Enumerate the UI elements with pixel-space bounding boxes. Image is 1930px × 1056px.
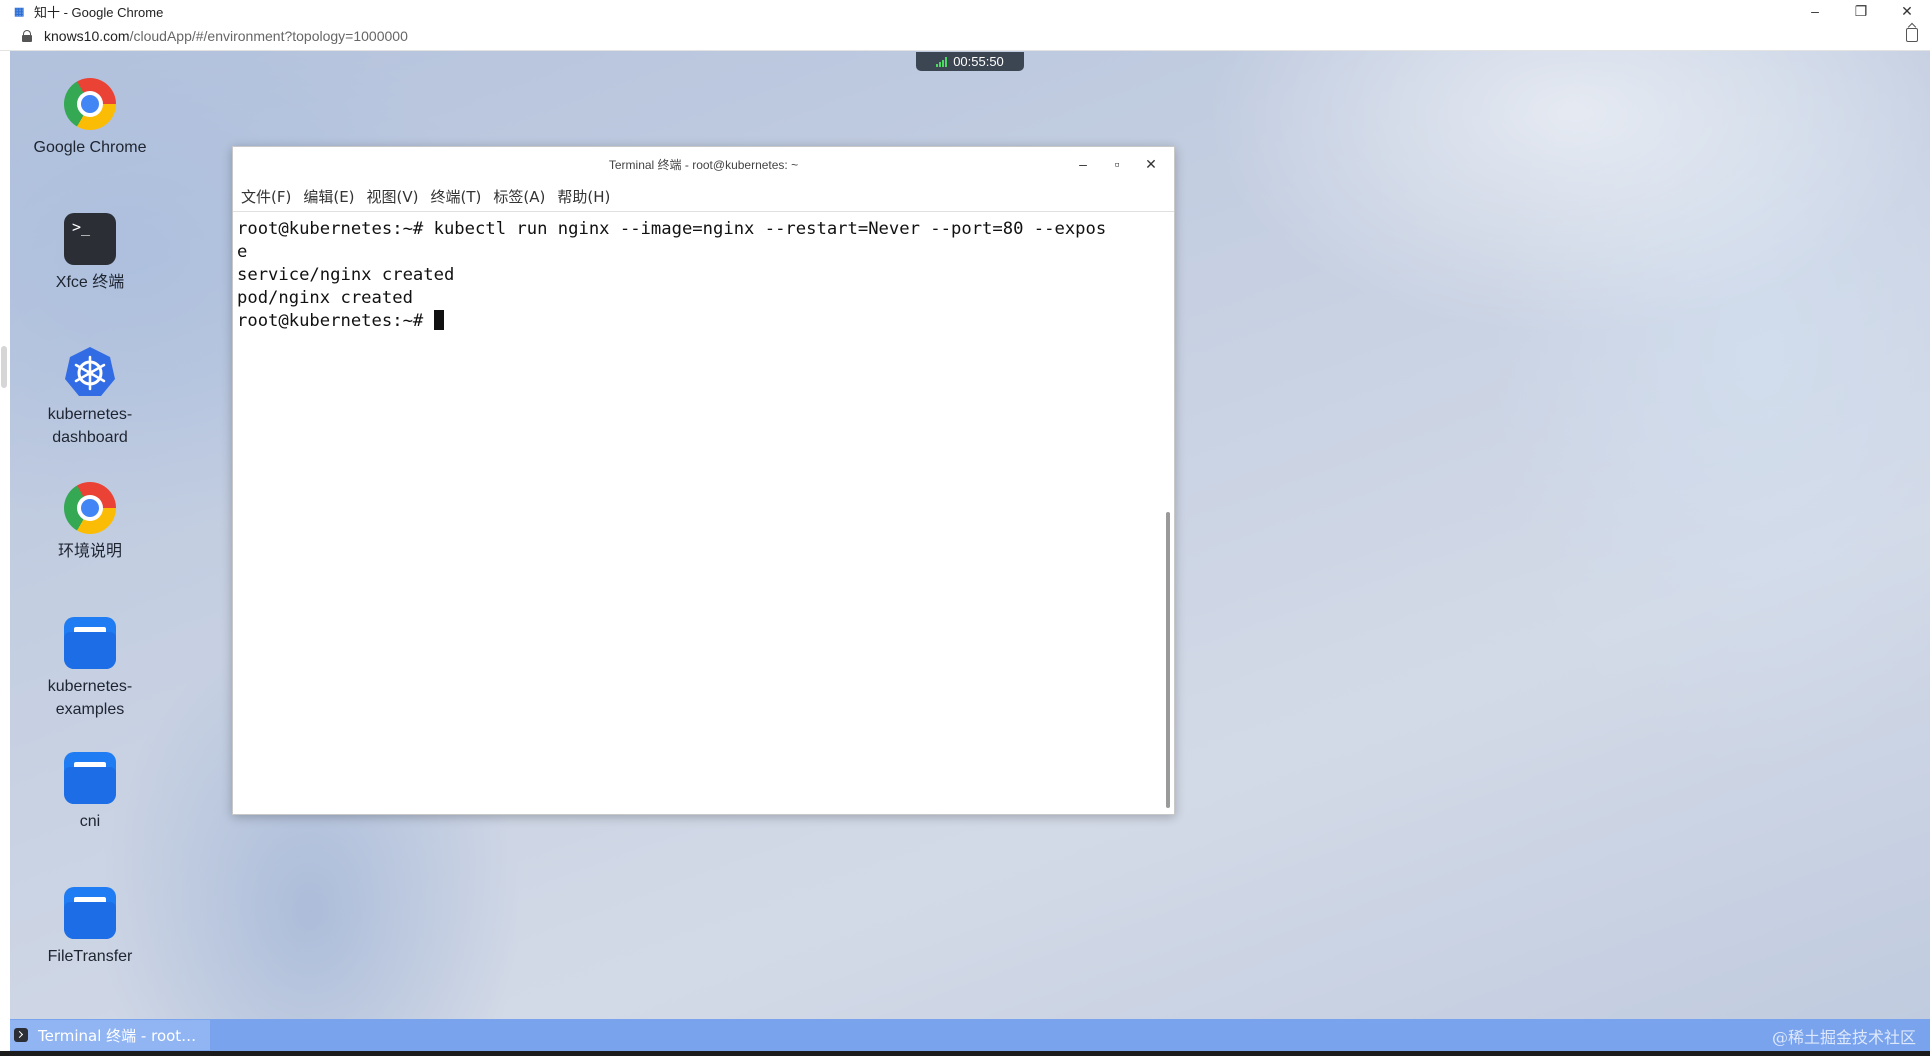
- url-text[interactable]: knows10.com/cloudApp/#/environment?topol…: [44, 28, 408, 44]
- desktop-icon-label-line1: kubernetes-: [47, 406, 133, 423]
- terminal-icon: [14, 1028, 28, 1042]
- terminal-output-area[interactable]: root@kubernetes:~# kubectl run nginx --i…: [233, 211, 1174, 814]
- menu-terminal[interactable]: 终端(T): [431, 186, 482, 207]
- menu-help[interactable]: 帮助(H): [557, 186, 610, 207]
- site-favicon-icon: ▦: [14, 5, 25, 18]
- terminal-prompt-line: root@kubernetes:~#: [237, 310, 1157, 333]
- menu-file[interactable]: 文件(F): [241, 186, 291, 207]
- browser-window-title: 知十 - Google Chrome: [34, 4, 164, 20]
- taskbar-item-label: Terminal 终端 - root…: [38, 1026, 197, 1045]
- terminal-titlebar[interactable]: Terminal 终端 - root@kubernetes: ~ – ▫ ✕: [233, 147, 1174, 181]
- terminal-line: pod/nginx created: [237, 288, 413, 308]
- session-timer: 00:55:50: [916, 52, 1024, 71]
- desktop-icon-label: FileTransfer: [47, 948, 133, 965]
- kubernetes-icon: [63, 345, 117, 399]
- menu-edit[interactable]: 编辑(E): [303, 186, 354, 207]
- close-icon[interactable]: ✕: [1134, 147, 1168, 181]
- menu-view[interactable]: 视图(V): [367, 186, 419, 207]
- terminal-menubar: 文件(F) 编辑(E) 视图(V) 终端(T) 标签(A) 帮助(H): [233, 181, 1174, 211]
- desktop-icon-label: 环境说明: [57, 543, 122, 560]
- terminal-prompt: root@kubernetes:~#: [237, 311, 434, 331]
- terminal-line: service/nginx created: [237, 265, 455, 285]
- desktop-icon-label: Google Chrome: [33, 139, 147, 156]
- minimize-icon[interactable]: –: [1066, 147, 1100, 181]
- desktop-icon-filetransfer[interactable]: FileTransfer: [20, 887, 160, 968]
- folder-icon: [63, 617, 117, 671]
- desktop-icon-label: Xfce 终端: [55, 274, 125, 291]
- terminal-window-controls: – ▫ ✕: [1066, 147, 1168, 181]
- desktop-icon-label-line2: dashboard: [52, 429, 128, 446]
- taskbar: Terminal 终端 - root…: [10, 1019, 1930, 1051]
- folder-icon: [63, 752, 117, 806]
- restore-icon[interactable]: ❐: [1838, 0, 1884, 22]
- desktop-icon-label-line2: examples: [55, 701, 125, 718]
- desktop-icon-google-chrome[interactable]: Google Chrome: [20, 78, 160, 159]
- text-cursor: [433, 310, 444, 330]
- session-timer-text: 00:55:50: [953, 54, 1004, 69]
- chrome-icon: [63, 482, 117, 536]
- browser-titlebar: ▦ 知十 - Google Chrome – ❐ ✕: [0, 0, 1930, 22]
- share-icon[interactable]: [1906, 28, 1918, 42]
- terminal-text: root@kubernetes:~# kubectl run nginx --i…: [237, 218, 1157, 333]
- chrome-icon: [63, 78, 117, 132]
- bottom-bar: [0, 1051, 1930, 1056]
- signal-icon: [936, 56, 948, 67]
- desktop-icon-kubernetes-dashboard[interactable]: kubernetes- dashboard: [20, 345, 160, 449]
- desktop-icon-kubernetes-examples[interactable]: kubernetes- examples: [20, 617, 160, 721]
- desktop-icon-label-line1: kubernetes-: [47, 678, 133, 695]
- desktop-icon-cni[interactable]: cni: [20, 752, 160, 833]
- taskbar-item-terminal[interactable]: Terminal 终端 - root…: [10, 1020, 210, 1050]
- address-bar[interactable]: knows10.com/cloudApp/#/environment?topol…: [0, 22, 1930, 51]
- side-grip-handle[interactable]: [1, 346, 7, 388]
- terminal-icon: >_: [63, 213, 117, 267]
- watermark: @稀土掘金技术社区: [1771, 1028, 1916, 1047]
- desktop-icon-env-notes[interactable]: 环境说明: [20, 482, 160, 563]
- desktop-icon-xfce-terminal[interactable]: >_ Xfce 终端: [20, 213, 160, 294]
- left-edge-strip-bottom: [0, 1019, 10, 1051]
- terminal-scrollbar[interactable]: [1166, 512, 1170, 808]
- terminal-title: Terminal 终端 - root@kubernetes: ~: [608, 157, 799, 172]
- lock-icon[interactable]: [22, 30, 32, 42]
- left-edge-strip: [0, 51, 10, 1019]
- maximize-icon[interactable]: ▫: [1100, 147, 1134, 181]
- terminal-window[interactable]: Terminal 终端 - root@kubernetes: ~ – ▫ ✕ 文…: [232, 146, 1175, 815]
- window-controls: – ❐ ✕: [1792, 0, 1930, 22]
- desktop-icon-label: cni: [79, 813, 101, 830]
- terminal-line: root@kubernetes:~# kubectl run nginx --i…: [237, 219, 1107, 239]
- minimize-icon[interactable]: –: [1792, 0, 1838, 22]
- close-icon[interactable]: ✕: [1884, 0, 1930, 22]
- menu-tabs[interactable]: 标签(A): [493, 186, 545, 207]
- folder-icon: [63, 887, 117, 941]
- terminal-line: e: [237, 242, 248, 262]
